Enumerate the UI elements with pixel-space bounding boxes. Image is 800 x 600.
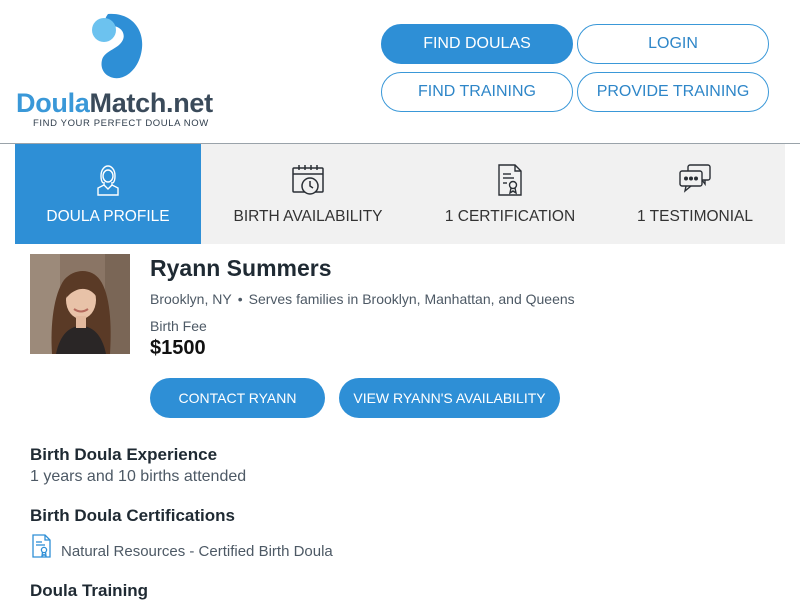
location-text: Brooklyn, NY: [150, 291, 232, 307]
tab-label: DOULA PROFILE: [46, 208, 170, 225]
tab-label: 1 TESTIMONIAL: [637, 208, 753, 225]
find-doulas-button[interactable]: FIND DOULAS: [381, 24, 573, 64]
tab-certification[interactable]: 1 CERTIFICATION: [415, 144, 605, 244]
fee-value: $1500: [150, 337, 206, 359]
logo-word-doula: Doula: [16, 88, 90, 118]
person-icon: [97, 165, 119, 196]
logo-tagline: FIND YOUR PERFECT DOULA NOW: [33, 118, 209, 129]
find-training-button[interactable]: FIND TRAINING: [381, 72, 573, 112]
doula-name: Ryann Summers: [150, 255, 332, 281]
certificate-icon: [32, 534, 51, 558]
logo-word-match: Match.net: [89, 88, 214, 118]
separator-dot: •: [237, 291, 243, 307]
certifications-heading: Birth Doula Certifications: [30, 506, 235, 525]
chat-bubbles-icon: [679, 164, 711, 193]
calendar-clock-icon: [292, 165, 324, 195]
logo-wordmark: DoulaMatch.net: [16, 88, 213, 119]
contact-button[interactable]: CONTACT RYANN: [150, 378, 325, 418]
profile-photo-image: [30, 254, 130, 354]
tab-doula-profile[interactable]: DOULA PROFILE: [15, 144, 201, 244]
service-area-text: Serves families in Brooklyn, Manhattan, …: [248, 291, 575, 307]
site-header: DoulaMatch.net FIND YOUR PERFECT DOULA N…: [0, 0, 800, 144]
tab-label: 1 CERTIFICATION: [444, 208, 576, 225]
view-availability-button[interactable]: VIEW RYANN'S AVAILABILITY: [339, 378, 560, 418]
logo-mark-icon: [92, 13, 143, 79]
tab-birth-availability[interactable]: BIRTH AVAILABILITY: [201, 144, 415, 244]
fee-label: Birth Fee: [150, 318, 207, 334]
site-logo[interactable]: DoulaMatch.net FIND YOUR PERFECT DOULA N…: [16, 10, 226, 132]
training-heading: Doula Training: [30, 581, 149, 600]
certification-text: Natural Resources - Certified Birth Doul…: [61, 543, 333, 560]
login-button[interactable]: LOGIN: [577, 24, 769, 64]
tab-label: BIRTH AVAILABILITY: [233, 208, 383, 225]
profile-tabs: DOULA PROFILE BIRTH AVAILABILITY 1 CERTI…: [15, 144, 785, 244]
experience-text: 1 years and 10 births attended: [30, 468, 247, 485]
profile-photo: [30, 254, 130, 354]
location-line: Brooklyn, NY • Serves families in Brooklyn…: [150, 291, 575, 307]
experience-heading: Birth Doula Experience: [30, 445, 218, 464]
tab-testimonial[interactable]: 1 TESTIMONIAL: [605, 144, 785, 244]
provide-training-button[interactable]: PROVIDE TRAINING: [577, 72, 769, 112]
certificate-icon: [498, 164, 522, 196]
